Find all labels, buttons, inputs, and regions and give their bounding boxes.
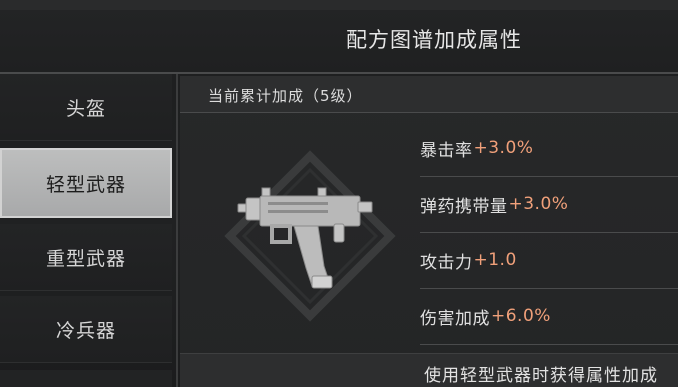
sidebar-item-label: 轻型武器	[45, 173, 126, 196]
sidebar-divider	[176, 74, 178, 387]
stat-value: +3.0%	[473, 138, 534, 158]
stat-row-attack: 攻击力 +1.0	[420, 232, 678, 289]
recipe-bonus-screen: 配方图谱加成属性 头盔 轻型武器 重型武器 冷兵器 当前累计加成（5级） 暴击率…	[0, 0, 678, 387]
stat-name: 伤害加成	[420, 308, 490, 329]
stat-value: +6.0%	[491, 306, 551, 326]
page-title: 配方图谱加成属性	[346, 28, 522, 52]
sidebar-item-heavy-weapon[interactable]: 重型武器	[0, 224, 172, 291]
sidebar-item-light-weapon[interactable]: 轻型武器	[0, 148, 172, 218]
sidebar-item-helmet[interactable]: 头盔	[0, 74, 172, 141]
stat-row-ammo-capacity: 弹药携带量 +3.0%	[420, 176, 678, 233]
stat-value: +1.0	[473, 250, 517, 270]
footer-description: 使用轻型武器时获得属性加成	[424, 366, 658, 386]
submachine-gun-icon	[224, 150, 396, 322]
category-sidebar: 头盔 轻型武器 重型武器 冷兵器	[0, 74, 176, 387]
bonus-panel: 当前累计加成（5级） 暴击率 +3.0% 弹药携带量 +3.0% 攻击力 +1.…	[180, 76, 678, 387]
sidebar-item-label: 冷兵器	[55, 319, 116, 342]
stat-name: 弹药携带量	[420, 196, 508, 217]
stat-value: +3.0%	[508, 194, 569, 214]
weapon-display	[210, 136, 410, 336]
sidebar-bottom-edge	[0, 370, 172, 387]
cumulative-bonus-label: 当前累计加成（5级）	[208, 87, 363, 105]
stat-name: 攻击力	[420, 252, 473, 273]
stat-name: 暴击率	[420, 140, 473, 161]
bonus-subheader: 当前累计加成（5级）	[180, 76, 678, 113]
sidebar-item-melee[interactable]: 冷兵器	[0, 296, 172, 363]
bonus-footer: 使用轻型武器时获得属性加成	[180, 353, 678, 387]
stat-row-crit-rate: 暴击率 +3.0%	[420, 120, 678, 177]
stat-row-damage-bonus: 伤害加成 +6.0%	[420, 288, 678, 345]
sidebar-item-label: 重型武器	[45, 247, 126, 270]
header: 配方图谱加成属性	[0, 10, 678, 74]
sidebar-item-label: 头盔	[65, 97, 106, 120]
